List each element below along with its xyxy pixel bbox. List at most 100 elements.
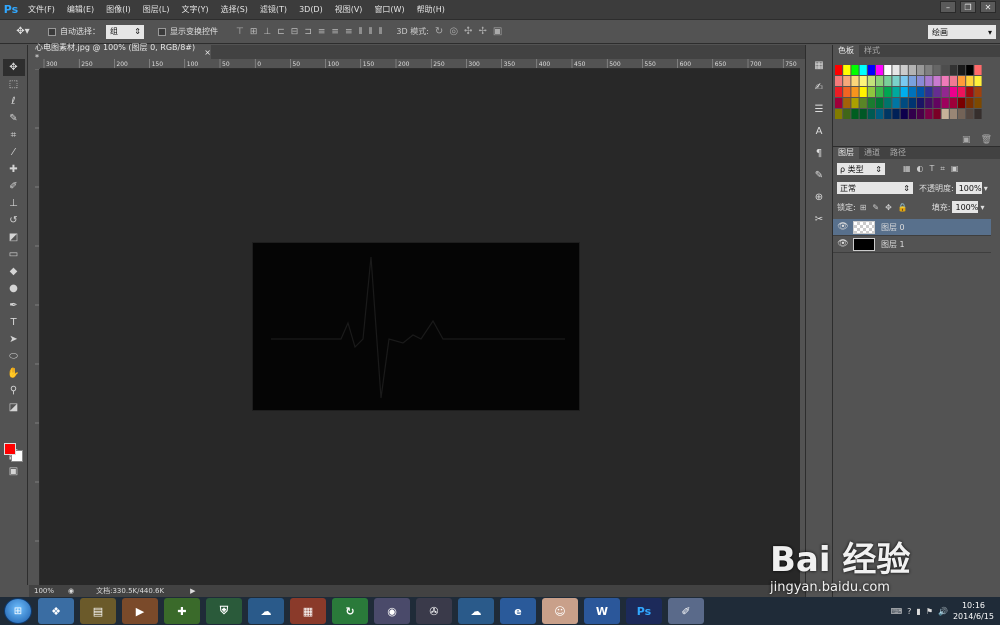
color-swatch[interactable] (933, 76, 941, 86)
color-swatch[interactable] (859, 76, 867, 86)
color-swatch[interactable] (843, 65, 851, 75)
color-swatch[interactable] (974, 98, 982, 108)
type-tool-icon[interactable]: T (3, 314, 25, 331)
align-hcenter-icon[interactable]: ⊟ (291, 27, 299, 37)
align-right-icon[interactable]: ⊐ (304, 27, 312, 37)
color-swatch[interactable] (859, 109, 867, 119)
color-swatch[interactable] (925, 98, 933, 108)
color-swatch[interactable] (958, 65, 966, 75)
adjustments-icon[interactable]: ☰ (810, 101, 828, 117)
tab-paths[interactable]: 路径 (885, 147, 911, 159)
color-swatch[interactable] (933, 65, 941, 75)
dodge-tool-icon[interactable]: ● (3, 280, 25, 297)
paint-app-icon[interactable]: ✐ (668, 598, 704, 624)
quick-select-tool-icon[interactable]: ✎ (3, 110, 25, 127)
screen-mode-icon[interactable]: ▣ (3, 463, 25, 480)
color-swatch[interactable] (900, 76, 908, 86)
3d-roll-icon[interactable]: ◎ (449, 26, 458, 37)
network-icon[interactable]: ▮ (916, 607, 920, 616)
default-colors-icon[interactable]: ◪ (3, 399, 25, 416)
media-player-icon[interactable]: ▶ (122, 598, 158, 624)
start-button-icon[interactable]: ⊞ (4, 598, 32, 624)
color-swatch[interactable] (908, 98, 916, 108)
clone-source-icon[interactable]: ⊕ (810, 189, 828, 205)
align-top-icon[interactable]: ⊤ (236, 27, 244, 37)
color-swatch[interactable] (884, 65, 892, 75)
align-bottom-icon[interactable]: ⊥ (263, 27, 271, 37)
color-swatch[interactable] (884, 98, 892, 108)
color-swatch[interactable] (917, 87, 925, 97)
foreground-color-swatch[interactable] (4, 443, 16, 455)
opacity-input[interactable]: 100% (955, 182, 982, 194)
color-swatch[interactable] (892, 65, 900, 75)
photoshop-app-icon[interactable]: Ps (626, 598, 662, 624)
color-swatch[interactable] (843, 109, 851, 119)
color-swatch[interactable] (884, 109, 892, 119)
close-icon[interactable]: ✕ (980, 1, 996, 13)
color-swatch[interactable] (958, 87, 966, 97)
layer-filter-dropdown[interactable]: ρ 类型 ⇕ (837, 163, 885, 175)
menu-filter[interactable]: 滤镜(T) (254, 0, 293, 19)
history-brush-tool-icon[interactable]: ↺ (3, 212, 25, 229)
color-swatch[interactable] (835, 109, 843, 119)
color-swatch[interactable] (843, 87, 851, 97)
distribute-top-icon[interactable]: ≡ (318, 27, 326, 37)
color-swatch[interactable] (867, 87, 875, 97)
document-tab[interactable]: 心电图素材.jpg @ 100% (图层 0, RGB/8#) * × (29, 43, 211, 62)
taskbar-app-icon[interactable]: ❖ (38, 598, 74, 624)
move-tool-icon[interactable]: ✥ (2, 59, 25, 76)
layer-row[interactable]: 👁 图层 0 (833, 219, 991, 236)
clone-stamp-tool-icon[interactable]: ⊥ (3, 195, 25, 212)
hand-tool-icon[interactable]: ✋ (3, 365, 25, 382)
show-transform-option[interactable]: 显示变换控件 (158, 26, 218, 37)
eraser-tool-icon[interactable]: ◩ (3, 229, 25, 246)
color-swatch[interactable] (851, 76, 859, 86)
word-app-icon[interactable]: W (584, 598, 620, 624)
eye-icon[interactable]: 👁 (833, 222, 853, 232)
color-swatch[interactable] (900, 87, 908, 97)
color-swatch[interactable] (851, 65, 859, 75)
color-swatch[interactable] (941, 76, 949, 86)
fill-input[interactable]: 100% (952, 201, 979, 213)
color-swatch[interactable] (876, 87, 884, 97)
tab-styles[interactable]: 样式 (859, 45, 885, 57)
auto-select-dropdown[interactable]: 组 ⇕ (106, 24, 144, 39)
color-swatch[interactable] (867, 98, 875, 108)
pen-tool-icon[interactable]: ✒ (3, 297, 25, 314)
opacity-arrow-icon[interactable]: ▾ (984, 184, 988, 193)
document-image[interactable] (253, 243, 579, 410)
color-swatch[interactable] (958, 98, 966, 108)
color-swatch[interactable] (933, 98, 941, 108)
zoom-level[interactable]: 100% (34, 587, 54, 595)
color-swatch[interactable] (867, 65, 875, 75)
distribute-left-icon[interactable]: ⦀ (359, 27, 363, 37)
menu-layer[interactable]: 图层(L) (137, 0, 176, 19)
3d-rotate-icon[interactable]: ↻ (435, 26, 443, 37)
color-swatch[interactable] (851, 98, 859, 108)
color-swatch[interactable] (949, 98, 957, 108)
color-swatch[interactable] (843, 76, 851, 86)
color-swatch[interactable] (843, 98, 851, 108)
clock[interactable]: 10:16 2014/6/15 (953, 600, 994, 622)
lasso-tool-icon[interactable]: ℓ (3, 93, 25, 110)
menu-edit[interactable]: 编辑(E) (61, 0, 100, 19)
refresh-app-icon[interactable]: ↻ (332, 598, 368, 624)
color-swatch[interactable] (892, 87, 900, 97)
color-swatch[interactable] (851, 87, 859, 97)
color-swatch[interactable] (900, 65, 908, 75)
color-swatch[interactable] (966, 65, 974, 75)
color-swatch[interactable] (966, 76, 974, 86)
path-selection-tool-icon[interactable]: ➤ (3, 331, 25, 348)
restore-icon[interactable]: ❐ (960, 1, 976, 13)
color-swatch[interactable] (974, 109, 982, 119)
photo-app-icon[interactable]: ☺ (542, 598, 578, 624)
auto-select-checkbox[interactable] (48, 27, 56, 36)
color-swatch[interactable] (908, 109, 916, 119)
color-swatch[interactable] (966, 87, 974, 97)
color-swatch[interactable] (925, 87, 933, 97)
color-swatch[interactable] (900, 98, 908, 108)
color-swatch[interactable] (876, 98, 884, 108)
help-icon[interactable]: ? (907, 607, 911, 616)
menu-file[interactable]: 文件(F) (22, 0, 61, 19)
ellipse-tool-icon[interactable]: ⬭ (3, 348, 25, 365)
